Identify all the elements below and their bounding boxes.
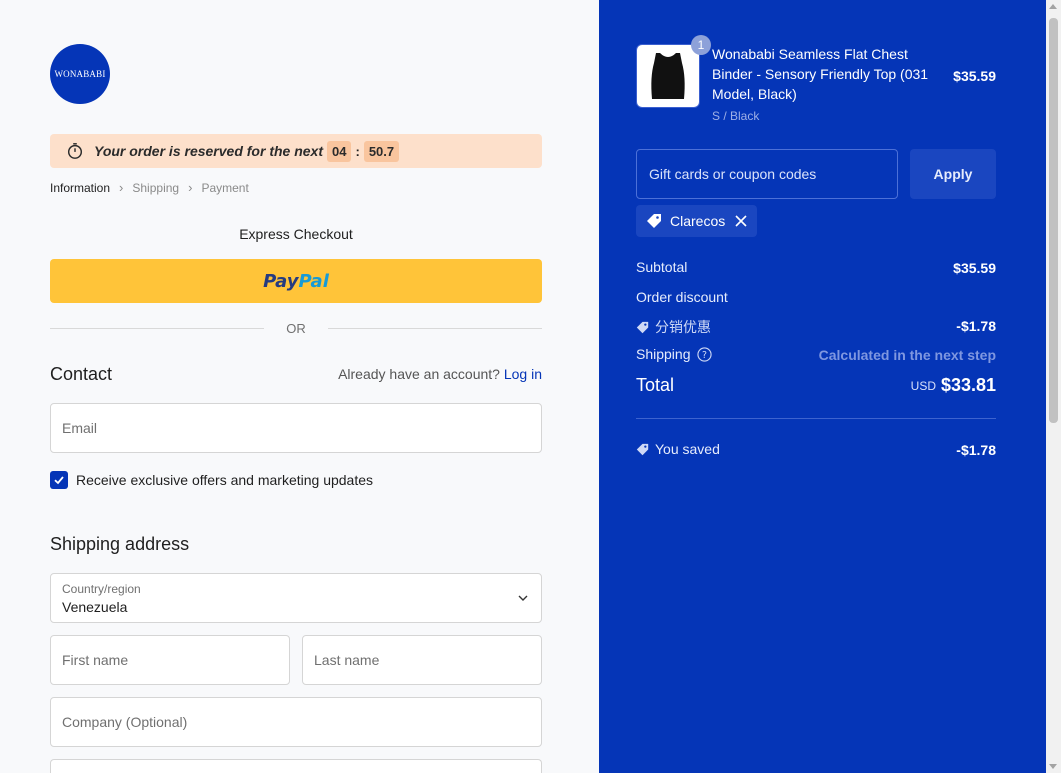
first-name-field[interactable]: First name [50,635,290,685]
subtotal-label: Subtotal [636,259,688,275]
quantity-badge: 1 [691,35,711,55]
stopwatch-icon [67,143,83,159]
tag-icon [647,214,661,228]
reservation-timer: Your order is reserved for the next 04 :… [50,134,542,168]
timer-separator: : [355,143,360,159]
account-prompt: Already have an account? Log in [338,366,542,382]
login-link[interactable]: Log in [504,366,542,382]
product-price: $35.59 [953,68,996,84]
country-label: Country/region [62,582,141,596]
tag-icon [636,321,649,333]
breadcrumb-shipping: Shipping [132,180,180,195]
binder-top-image [651,53,685,99]
total-value: $33.81 [940,375,996,395]
chevron-right-icon: › [119,180,124,195]
timer-seconds: 50.7 [363,140,400,162]
discount-line: 分销优惠 [636,317,711,337]
checkmark-icon [54,476,64,485]
address-field[interactable] [50,759,542,773]
contact-heading: Contact [50,364,113,384]
paypal-button[interactable]: Pay Pal [50,259,542,303]
applied-code: Clarecos [670,213,726,229]
first-name-placeholder: First name [62,652,129,668]
summary-divider [636,418,996,419]
shipping-value: Calculated in the next step [818,347,996,363]
checkout-form-panel: WONABABI Your order is reserved for the … [0,0,599,773]
product-thumbnail [636,44,700,108]
subtotal-value: $35.59 [953,260,996,276]
company-field[interactable]: Company (Optional) [50,697,542,747]
order-discount-label: Order discount [636,289,728,305]
brand-logo[interactable]: WONABABI [50,44,110,104]
help-icon[interactable]: ? [696,346,712,362]
remove-code-icon[interactable] [735,215,747,227]
discount-value: -$1.78 [956,318,996,334]
brand-logo-text: WONABABI [54,69,106,79]
country-value: Venezuela [62,599,128,615]
or-divider: OR [50,321,542,336]
marketing-optin[interactable]: Receive exclusive offers and marketing u… [50,471,373,489]
last-name-field[interactable]: Last name [302,635,542,685]
scroll-down-arrow[interactable] [1049,764,1057,769]
product-name: Wonababi Seamless Flat Chest Binder - Se… [712,46,929,102]
product-variant: S / Black [712,109,760,123]
last-name-placeholder: Last name [314,652,380,668]
tag-icon [636,443,649,455]
saved-value: -$1.78 [956,442,996,458]
breadcrumb-payment: Payment [201,180,249,195]
breadcrumb-information[interactable]: Information [50,181,110,195]
scroll-thumb[interactable] [1049,18,1058,423]
paypal-logo-pay: Pay [263,270,299,292]
shipping-address-heading: Shipping address [50,534,190,554]
account-prompt-text: Already have an account? [338,366,500,382]
breadcrumb: Information › Shipping › Payment [50,180,249,195]
shipping-row-label: Shipping ? [636,346,712,362]
saved-label: You saved [655,441,720,457]
gift-code-input[interactable]: Gift cards or coupon codes [636,149,898,199]
express-checkout-title: Express Checkout [239,226,353,242]
email-placeholder: Email [62,420,98,436]
chevron-right-icon: › [188,180,193,195]
email-field[interactable]: Email [50,403,542,453]
divider-line [327,328,542,329]
chevron-down-icon [518,595,528,601]
marketing-checkbox[interactable] [50,471,68,489]
total-label: Total [636,375,675,395]
marketing-label: Receive exclusive offers and marketing u… [76,472,374,488]
country-select[interactable]: Country/region Venezuela [50,573,542,623]
paypal-logo-pal: Pal [298,270,329,292]
company-placeholder: Company (Optional) [62,714,188,730]
gift-code-placeholder: Gift cards or coupon codes [649,166,817,182]
order-summary-panel: 1 Wonababi Seamless Flat Chest Binder - … [599,0,1046,773]
or-text: OR [286,321,306,336]
timer-minutes: 04 [327,140,352,162]
svg-text:?: ? [702,349,707,360]
shipping-label: Shipping [636,346,691,362]
applied-discount-chip: Clarecos [636,205,758,237]
discount-name: 分销优惠 [655,319,711,335]
timer-message: Your order is reserved for the next [94,143,323,159]
apply-button[interactable]: Apply [910,149,996,199]
total-currency: USD [910,379,936,393]
page-scrollbar[interactable] [1046,0,1061,773]
scroll-up-arrow[interactable] [1049,4,1057,9]
saved-line: You saved [636,441,720,457]
divider-line [50,328,265,329]
